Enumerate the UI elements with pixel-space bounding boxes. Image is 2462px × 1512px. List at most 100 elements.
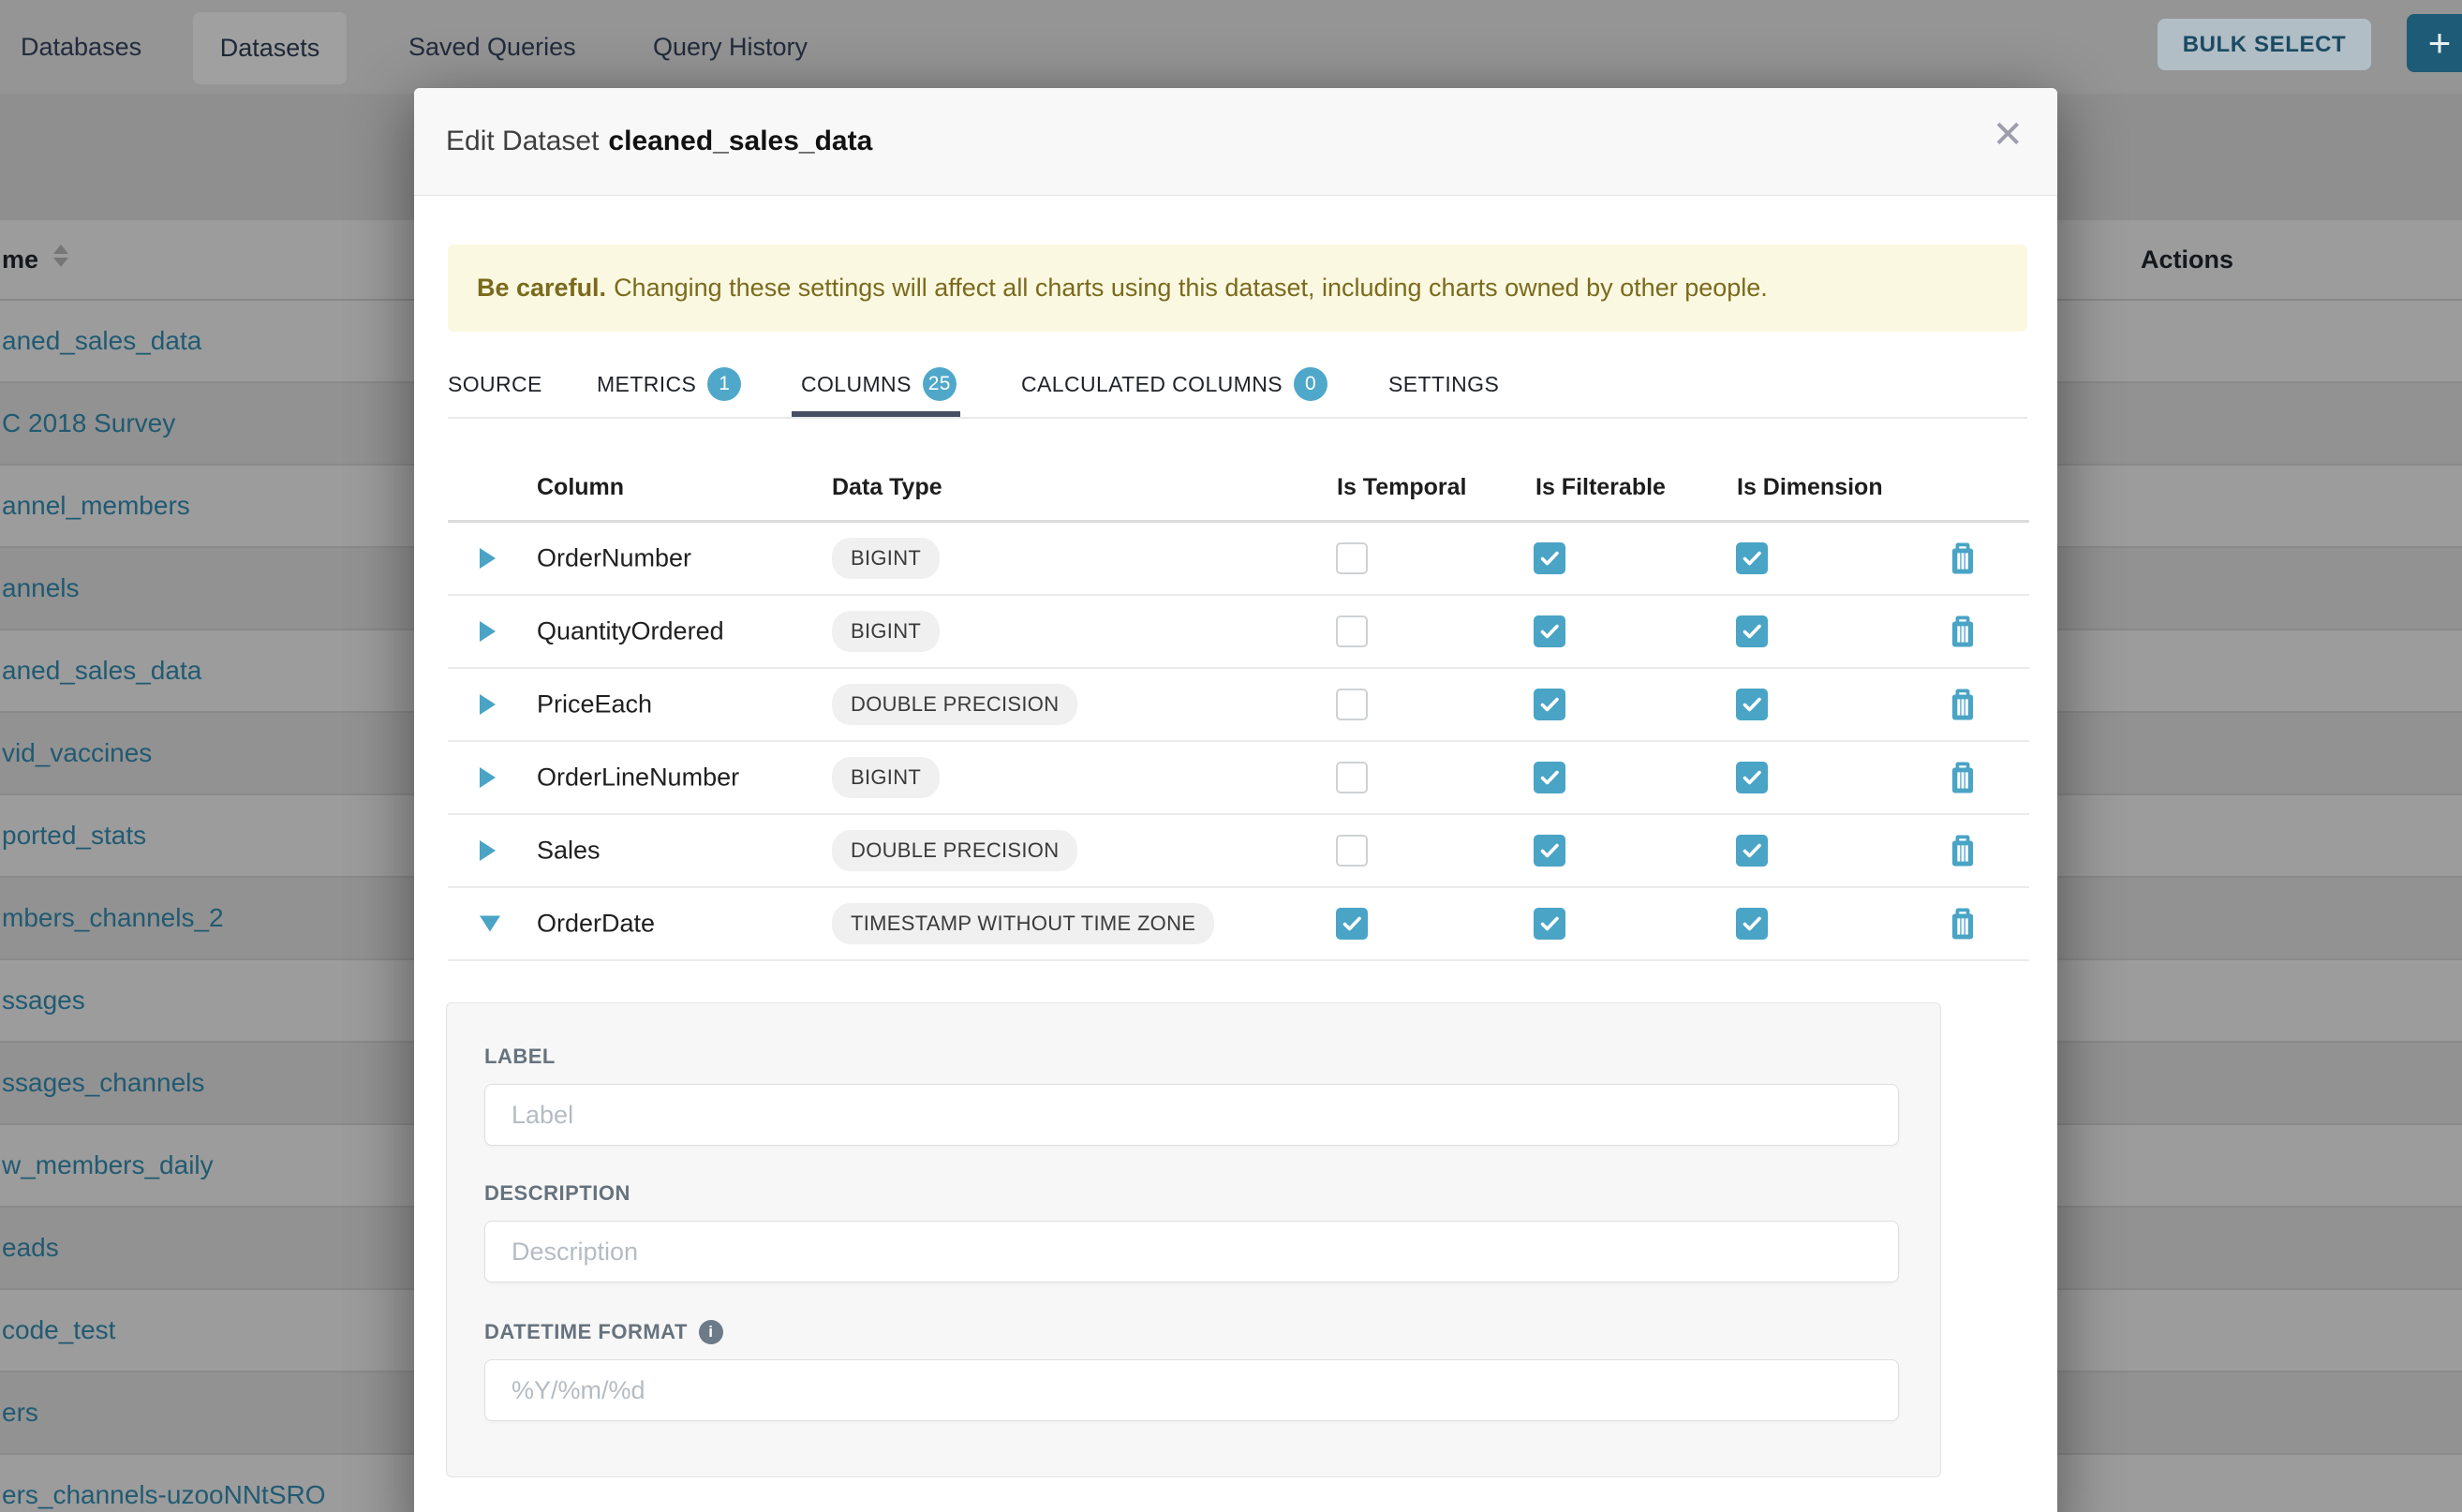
dataset-link[interactable]: ported_stats <box>0 821 146 851</box>
is-temporal-checkbox-unchecked[interactable] <box>1336 542 1368 574</box>
tab-count-badge: 25 <box>923 367 957 401</box>
expand-caret-icon[interactable] <box>480 621 496 642</box>
warning-bold-text: Be careful. <box>477 274 606 303</box>
tab-label: COLUMNS <box>801 372 912 397</box>
trash-icon[interactable] <box>1948 834 1978 867</box>
datetime-format-input[interactable] <box>484 1359 1899 1421</box>
data-type-badge: BIGINT <box>832 757 940 798</box>
column-row-orderlinenumber: OrderLineNumberBIGINT <box>448 742 2029 815</box>
column-row-orderdate: OrderDateTIMESTAMP WITHOUT TIME ZONE <box>448 888 2029 961</box>
column-name: Sales <box>537 837 601 866</box>
is-filterable-checkbox-checked[interactable] <box>1534 908 1565 940</box>
is-temporal-checkbox-unchecked[interactable] <box>1336 615 1368 647</box>
is-filterable-checkbox-checked[interactable] <box>1534 542 1565 574</box>
nav-item-databases[interactable]: Databases <box>21 0 141 94</box>
screen: Databases Datasets Saved Queries Query Hist… <box>0 0 2462 1512</box>
is-dimension-checkbox-checked[interactable] <box>1736 762 1768 793</box>
dataset-link[interactable]: C 2018 Survey <box>0 408 175 438</box>
data-type-header: Data Type <box>832 458 942 517</box>
trash-icon[interactable] <box>1948 688 1978 721</box>
close-icon[interactable]: ✕ <box>1992 116 2024 154</box>
tab-calculated-columns[interactable]: CALCULATED COLUMNS 0 <box>1021 353 1327 415</box>
columns-table-body: OrderNumberBIGINTQuantityOrderedBIGINTPr… <box>448 523 2029 961</box>
tab-columns[interactable]: COLUMNS 25 <box>801 353 957 415</box>
expand-caret-icon[interactable] <box>480 548 496 569</box>
is-filterable-checkbox-checked[interactable] <box>1534 835 1565 867</box>
add-dataset-button[interactable]: + <box>2407 14 2462 72</box>
expand-caret-icon[interactable] <box>480 840 496 861</box>
is-dimension-checkbox-checked[interactable] <box>1736 835 1768 867</box>
edit-dataset-modal: Edit Dataset cleaned_sales_data ✕ Be car… <box>414 88 2057 1512</box>
tab-source[interactable]: SOURCE <box>448 353 542 415</box>
column-name: OrderNumber <box>537 544 691 573</box>
label-field-label: LABEL <box>484 1045 556 1069</box>
tab-count-badge: 0 <box>1294 367 1327 401</box>
dataset-link[interactable]: w_members_daily <box>0 1150 214 1180</box>
nav-item-saved-queries[interactable]: Saved Queries <box>408 0 576 94</box>
info-icon[interactable]: i <box>699 1320 723 1344</box>
description-field-label: DESCRIPTION <box>484 1181 630 1206</box>
is-filterable-checkbox-checked[interactable] <box>1534 762 1565 793</box>
collapse-caret-icon[interactable] <box>480 916 500 932</box>
column-row-ordernumber: OrderNumber BIGINT <box>448 523 2029 596</box>
top-navigation: Databases Datasets Saved Queries Query Hist… <box>0 0 2462 94</box>
column-name: PriceEach <box>537 690 652 719</box>
data-type-badge: DOUBLE PRECISION <box>832 684 1077 725</box>
is-dimension-checkbox-checked[interactable] <box>1736 689 1768 720</box>
nav-item-query-history[interactable]: Query History <box>653 0 808 94</box>
is-dimension-checkbox-checked[interactable] <box>1736 542 1768 574</box>
dataset-link[interactable]: aned_sales_data <box>0 656 201 686</box>
is-temporal-checkbox-unchecked[interactable] <box>1336 689 1368 720</box>
is-temporal-checkbox-unchecked[interactable] <box>1336 762 1368 793</box>
label-input[interactable] <box>484 1084 1899 1146</box>
dataset-link[interactable]: ers <box>0 1398 38 1428</box>
dataset-link[interactable]: vid_vaccines <box>0 738 152 768</box>
dataset-link[interactable]: code_test <box>0 1315 115 1345</box>
dataset-link[interactable]: mbers_channels_2 <box>0 903 224 933</box>
data-type-badge: DOUBLE PRECISION <box>832 830 1077 871</box>
tab-settings[interactable]: SETTINGS <box>1388 353 1499 415</box>
dataset-link[interactable]: ssages_channels <box>0 1068 204 1098</box>
bulk-select-button[interactable]: BULK SELECT <box>2158 19 2371 70</box>
column-row-sales: Sales DOUBLE PRECISION <box>448 815 2029 888</box>
is-dimension-checkbox-checked[interactable] <box>1736 615 1768 647</box>
column-row-priceeach: PriceEach DOUBLE PRECISION <box>448 669 2029 742</box>
name-column-header[interactable]: me <box>2 220 38 299</box>
trash-icon[interactable] <box>1948 541 1978 575</box>
is-dimension-header: Is Dimension <box>1737 458 1883 517</box>
column-header: Column <box>537 458 624 517</box>
data-type-badge: BIGINT <box>832 538 940 579</box>
dataset-link[interactable]: ers_channels-uzooNNtSRO <box>0 1480 326 1510</box>
datetime-format-field-label: DATETIME FORMAT i <box>484 1320 723 1344</box>
expand-caret-icon[interactable] <box>480 767 496 788</box>
dataset-link[interactable]: annels <box>0 573 80 603</box>
tab-label: CALCULATED COLUMNS <box>1021 372 1283 397</box>
modal-tabs: SOURCE METRICS 1 COLUMNS 25 CALCULATED COLUMN… <box>448 353 2027 419</box>
trash-icon[interactable] <box>1948 615 1978 648</box>
is-dimension-checkbox-checked[interactable] <box>1736 908 1768 940</box>
dataset-name: cleaned_sales_data <box>608 126 872 157</box>
modal-header: Edit Dataset cleaned_sales_data ✕ <box>414 88 2057 196</box>
dataset-link[interactable]: annel_members <box>0 491 190 521</box>
is-filterable-checkbox-checked[interactable] <box>1534 689 1565 720</box>
expand-caret-icon[interactable] <box>480 694 496 715</box>
is-filterable-checkbox-checked[interactable] <box>1534 615 1565 647</box>
dataset-link[interactable]: ssages <box>0 986 85 1015</box>
is-temporal-checkbox-checked[interactable] <box>1336 908 1368 940</box>
is-temporal-checkbox-unchecked[interactable] <box>1336 835 1368 867</box>
modal-title: Edit Dataset cleaned_sales_data <box>446 88 872 195</box>
sort-icon[interactable] <box>53 245 68 267</box>
dataset-link[interactable]: aned_sales_data <box>0 326 201 356</box>
tab-count-badge: 1 <box>707 367 741 401</box>
tab-metrics[interactable]: METRICS 1 <box>597 353 741 415</box>
trash-icon[interactable] <box>1948 761 1978 794</box>
dataset-link[interactable]: eads <box>0 1233 59 1263</box>
description-input[interactable] <box>484 1221 1899 1282</box>
columns-table-header: Column Data Type Is Temporal Is Filterab… <box>448 458 2029 523</box>
nav-item-datasets[interactable]: Datasets <box>193 12 347 84</box>
trash-icon[interactable] <box>1948 907 1978 941</box>
tab-label: METRICS <box>597 372 696 397</box>
tab-label: SOURCE <box>448 372 542 397</box>
is-temporal-header: Is Temporal <box>1337 458 1466 517</box>
warning-banner: Be careful. Changing these settings will… <box>448 245 2027 332</box>
